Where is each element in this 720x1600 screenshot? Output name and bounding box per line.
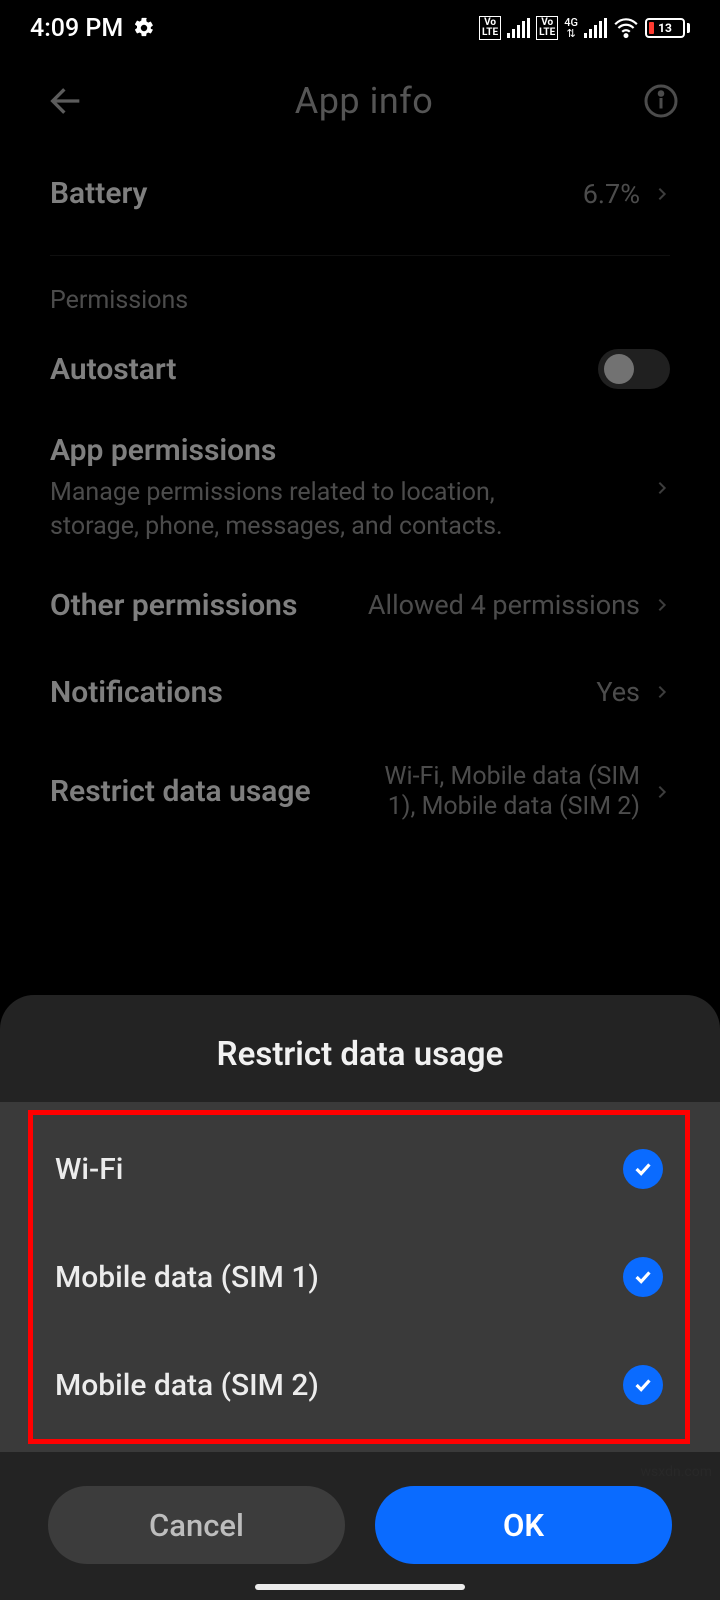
- row-title: Other permissions: [50, 588, 297, 623]
- volte-icon-1: VoLTE: [479, 16, 501, 40]
- option-label: Wi-Fi: [55, 1152, 123, 1187]
- option-label: Mobile data (SIM 2): [55, 1368, 319, 1403]
- cancel-button[interactable]: Cancel: [48, 1486, 345, 1564]
- app-header: App info: [0, 56, 720, 146]
- row-desc: Manage permissions related to location, …: [50, 476, 550, 544]
- chevron-right-icon: [654, 180, 670, 208]
- options-highlight-frame: Wi-Fi Mobile data (SIM 1) Mobile data (S…: [28, 1110, 690, 1444]
- settings-list: Battery 6.7% Permissions Autostart App p…: [0, 146, 720, 844]
- row-value: 6.7%: [583, 178, 670, 210]
- network-4g-icon: 4G⇅: [564, 17, 578, 39]
- watermark: wsxdn.com: [641, 1464, 712, 1480]
- chevron-right-icon: [654, 678, 670, 706]
- autostart-toggle[interactable]: [598, 349, 670, 389]
- row-restrict-data-usage[interactable]: Restrict data usage Wi-Fi, Mobile data (…: [50, 740, 670, 844]
- option-label: Mobile data (SIM 1): [55, 1260, 319, 1295]
- info-button[interactable]: [640, 80, 682, 122]
- divider: [50, 255, 670, 256]
- status-left: 4:09 PM: [30, 14, 155, 43]
- option-sim1[interactable]: Mobile data (SIM 1): [33, 1223, 685, 1331]
- row-title: Autostart: [50, 352, 177, 387]
- gear-icon: [133, 17, 155, 39]
- row-battery[interactable]: Battery 6.7%: [50, 146, 670, 241]
- page-title: App info: [88, 80, 640, 122]
- row-notifications[interactable]: Notifications Yes: [50, 645, 670, 740]
- chevron-right-icon: [654, 474, 670, 502]
- chevron-right-icon: [654, 591, 670, 619]
- signal-icon-1: [507, 18, 530, 38]
- status-bar: 4:09 PM VoLTE VoLTE 4G⇅ 13: [0, 0, 720, 56]
- dialog-actions: Cancel OK: [0, 1452, 720, 1570]
- row-title: App permissions: [50, 433, 550, 468]
- status-time: 4:09 PM: [30, 14, 123, 43]
- battery-icon: 13: [645, 18, 690, 38]
- option-wifi[interactable]: Wi-Fi: [33, 1115, 685, 1223]
- dialog-title: Restrict data usage: [0, 1019, 720, 1102]
- chevron-right-icon: [654, 778, 670, 806]
- option-sim2[interactable]: Mobile data (SIM 2): [33, 1331, 685, 1439]
- row-value: Yes: [596, 676, 670, 708]
- checkmark-icon: [623, 1149, 663, 1189]
- row-value: Allowed 4 permissions: [368, 589, 670, 621]
- checkmark-icon: [623, 1257, 663, 1297]
- row-autostart[interactable]: Autostart: [50, 327, 670, 411]
- dialog-body: Wi-Fi Mobile data (SIM 1) Mobile data (S…: [0, 1102, 720, 1452]
- signal-icon-2: [584, 18, 607, 38]
- restrict-data-usage-dialog: Restrict data usage Wi-Fi Mobile data (S…: [0, 995, 720, 1600]
- back-button[interactable]: [44, 79, 88, 123]
- row-title: Notifications: [50, 675, 223, 710]
- section-header-permissions: Permissions: [50, 262, 670, 327]
- toggle-knob: [604, 354, 634, 384]
- row-other-permissions[interactable]: Other permissions Allowed 4 permissions: [50, 566, 670, 645]
- row-value: Wi-Fi, Mobile data (SIM 1), Mobile data …: [370, 762, 670, 822]
- ok-button[interactable]: OK: [375, 1486, 672, 1564]
- volte-icon-2: VoLTE: [536, 16, 558, 40]
- arrow-left-icon: [46, 81, 86, 121]
- status-right: VoLTE VoLTE 4G⇅ 13: [479, 15, 690, 41]
- home-indicator[interactable]: [255, 1584, 465, 1590]
- wifi-icon: [613, 15, 639, 41]
- row-title: Restrict data usage: [50, 774, 311, 809]
- row-app-permissions[interactable]: App permissions Manage permissions relat…: [50, 411, 670, 566]
- info-icon: [643, 83, 679, 119]
- row-title: Battery: [50, 176, 147, 211]
- checkmark-icon: [623, 1365, 663, 1405]
